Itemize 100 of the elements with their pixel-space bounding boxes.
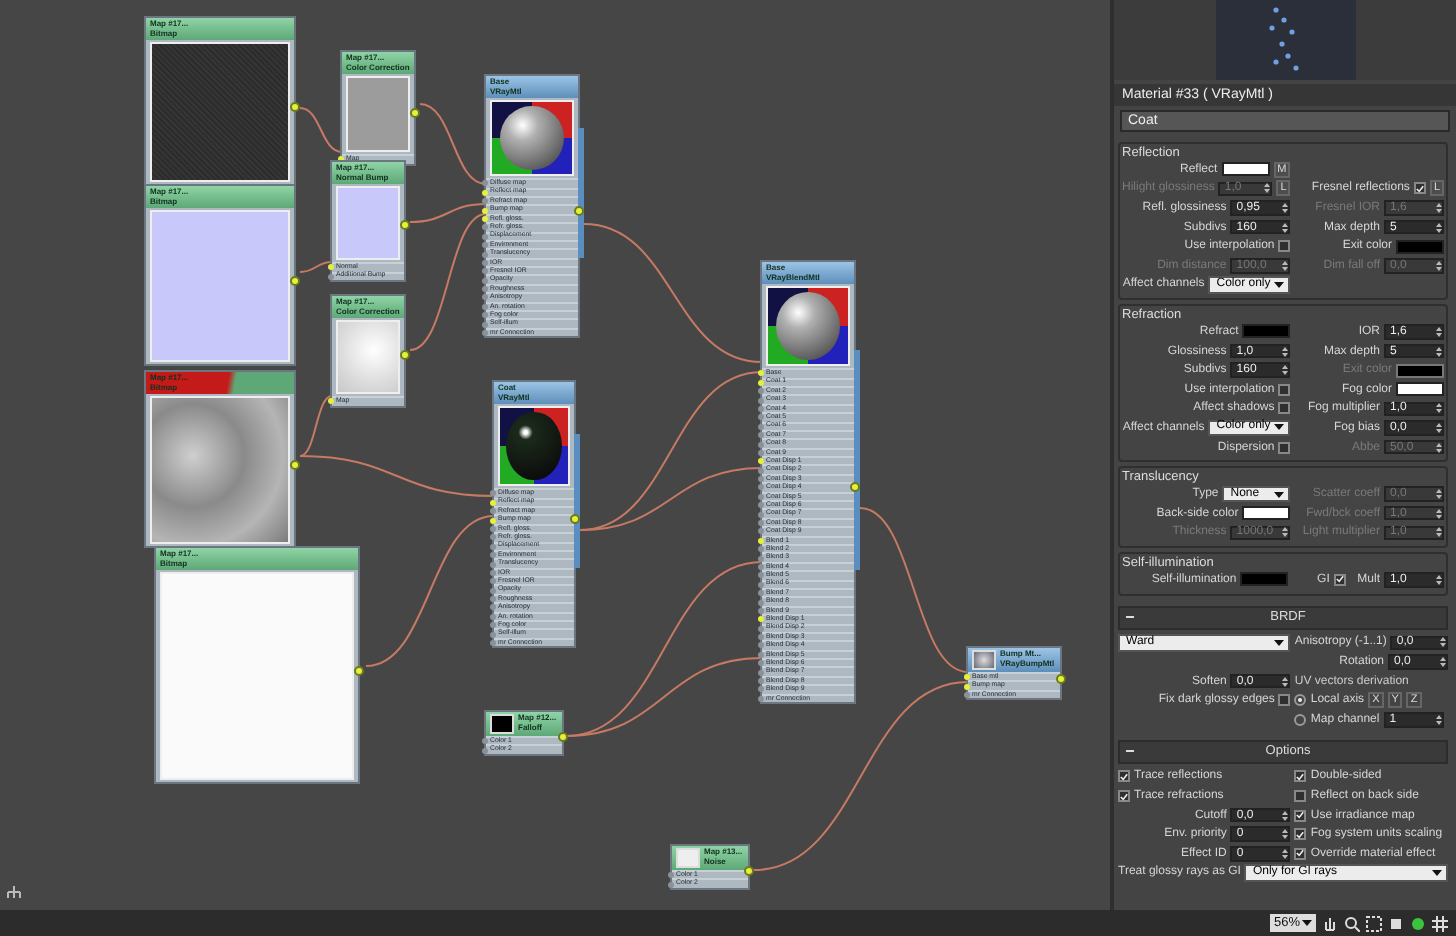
- input-port-icon[interactable]: [758, 625, 764, 632]
- input-port-icon[interactable]: [482, 747, 488, 754]
- checkbox[interactable]: [1294, 790, 1307, 803]
- input-port-icon[interactable]: [758, 511, 764, 518]
- radio-button[interactable]: [1294, 694, 1307, 707]
- input-port-icon[interactable]: [758, 405, 764, 412]
- input-port-icon[interactable]: [758, 502, 764, 509]
- grid-icon[interactable]: [1432, 915, 1448, 931]
- zoom-icon[interactable]: [1344, 915, 1360, 931]
- input-port-icon[interactable]: [490, 613, 496, 620]
- output-port-icon[interactable]: [354, 665, 364, 676]
- input-port-icon[interactable]: [490, 631, 496, 638]
- spinner-arrows-icon[interactable]: [1282, 847, 1289, 860]
- input-port-icon[interactable]: [482, 312, 488, 319]
- checkbox[interactable]: [1118, 790, 1130, 803]
- color-swatch[interactable]: [1242, 506, 1291, 521]
- input-port-icon[interactable]: [758, 686, 764, 693]
- input-port-icon[interactable]: [490, 508, 496, 515]
- spinner-arrows-icon[interactable]: [1436, 402, 1442, 415]
- output-port-icon[interactable]: [400, 350, 410, 361]
- spinner-arrows-icon[interactable]: [1440, 656, 1446, 669]
- input-port-icon[interactable]: [482, 242, 488, 249]
- input-port-icon[interactable]: [482, 251, 488, 257]
- input-port-icon[interactable]: [758, 484, 764, 491]
- input-port-icon[interactable]: [758, 607, 764, 614]
- spinner-arrows-icon[interactable]: [1282, 221, 1289, 234]
- input-port-icon[interactable]: [328, 264, 334, 271]
- input-port-icon[interactable]: [482, 738, 488, 745]
- input-port-icon[interactable]: [490, 578, 496, 585]
- input-port-icon[interactable]: [758, 581, 764, 588]
- spinner-arrows-icon[interactable]: [1282, 675, 1289, 688]
- output-port-icon[interactable]: [290, 275, 300, 286]
- input-port-icon[interactable]: [758, 634, 764, 641]
- spinner-arrows-icon[interactable]: [1435, 713, 1442, 726]
- spinner-arrows-icon[interactable]: [1282, 364, 1289, 377]
- color-swatch[interactable]: [1396, 382, 1444, 397]
- input-port-icon[interactable]: [668, 881, 674, 888]
- input-port-icon[interactable]: [482, 303, 488, 310]
- input-port-icon[interactable]: [490, 552, 496, 559]
- checkbox[interactable]: [1413, 182, 1426, 195]
- input-port-icon[interactable]: [758, 467, 764, 474]
- input-port-icon[interactable]: [758, 616, 764, 623]
- input-port-icon[interactable]: [328, 273, 334, 280]
- checkbox[interactable]: [1278, 402, 1291, 415]
- input-port-icon[interactable]: [482, 189, 488, 196]
- color-swatch[interactable]: [1242, 324, 1291, 339]
- input-port-icon[interactable]: [758, 642, 764, 649]
- input-port-icon[interactable]: [490, 604, 496, 611]
- input-port-icon[interactable]: [758, 555, 764, 562]
- checkbox[interactable]: [1333, 573, 1346, 586]
- spinner-arrows-icon[interactable]: [1282, 201, 1289, 214]
- input-port-icon[interactable]: [758, 423, 764, 430]
- checkbox[interactable]: [1294, 828, 1307, 841]
- radio-button[interactable]: [1294, 713, 1307, 726]
- input-port-icon[interactable]: [490, 640, 496, 647]
- input-port-icon[interactable]: [490, 490, 496, 497]
- input-port-icon[interactable]: [482, 294, 488, 301]
- input-port-icon[interactable]: [758, 651, 764, 658]
- output-port-icon[interactable]: [558, 732, 568, 743]
- node-card[interactable]: [492, 380, 576, 649]
- input-port-icon[interactable]: [758, 572, 764, 579]
- tree-icon[interactable]: [6, 886, 22, 902]
- input-port-icon[interactable]: [482, 286, 488, 293]
- spinner-arrows-icon[interactable]: [1436, 325, 1442, 338]
- checkbox[interactable]: [1278, 383, 1291, 396]
- input-port-icon[interactable]: [490, 587, 496, 594]
- input-port-icon[interactable]: [758, 590, 764, 597]
- input-port-icon[interactable]: [482, 259, 488, 266]
- input-port-icon[interactable]: [758, 449, 764, 456]
- input-port-icon[interactable]: [758, 379, 764, 386]
- input-port-icon[interactable]: [490, 517, 496, 524]
- input-port-icon[interactable]: [758, 388, 764, 395]
- input-port-icon[interactable]: [758, 563, 764, 570]
- checkbox[interactable]: [1294, 847, 1307, 860]
- spinner-arrows-icon[interactable]: [1282, 828, 1289, 841]
- spinner-arrows-icon[interactable]: [1436, 421, 1442, 434]
- input-port-icon[interactable]: [482, 233, 488, 240]
- input-port-icon[interactable]: [668, 872, 674, 879]
- color-swatch[interactable]: [1221, 162, 1270, 177]
- spinner-arrows-icon[interactable]: [1282, 809, 1289, 822]
- input-port-icon[interactable]: [758, 695, 764, 702]
- input-port-icon[interactable]: [758, 458, 764, 465]
- input-port-icon[interactable]: [490, 622, 496, 629]
- checkbox[interactable]: [1118, 770, 1130, 783]
- input-port-icon[interactable]: [482, 321, 488, 328]
- input-port-icon[interactable]: [758, 520, 764, 527]
- collapse-icon[interactable]: [1126, 614, 1136, 621]
- output-port-icon[interactable]: [290, 459, 300, 470]
- output-port-icon[interactable]: [290, 101, 300, 112]
- color-swatch[interactable]: [1240, 572, 1289, 587]
- spinner-arrows-icon[interactable]: [1436, 221, 1442, 234]
- checkbox[interactable]: [1294, 809, 1307, 822]
- input-port-icon[interactable]: [490, 525, 496, 532]
- input-port-icon[interactable]: [482, 215, 488, 222]
- input-port-icon[interactable]: [758, 546, 764, 553]
- input-port-icon[interactable]: [758, 537, 764, 544]
- input-port-icon[interactable]: [490, 499, 496, 506]
- input-port-icon[interactable]: [482, 224, 488, 231]
- input-port-icon[interactable]: [758, 370, 764, 377]
- input-port-icon[interactable]: [758, 599, 764, 606]
